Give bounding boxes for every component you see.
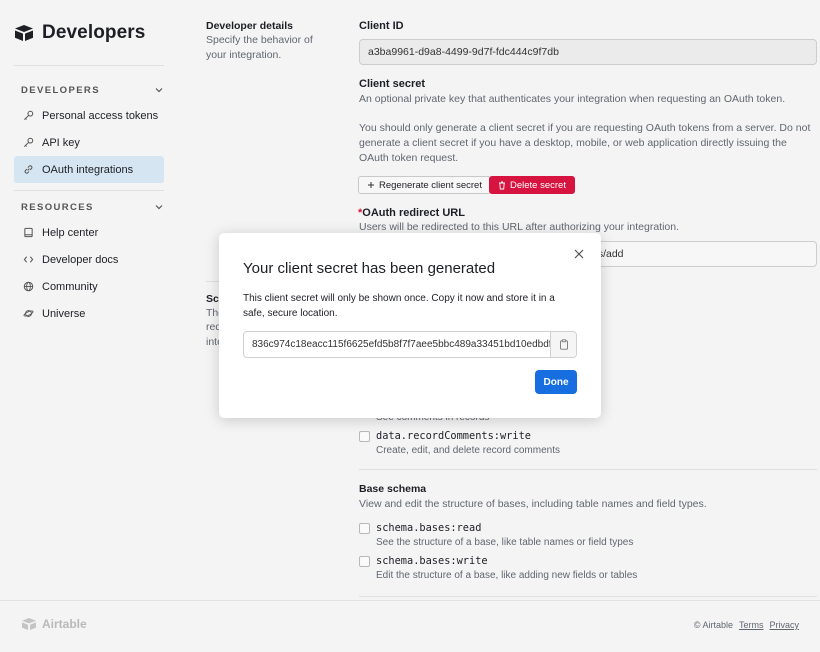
modal-body-text: This client secret will only be shown on… [243, 293, 555, 319]
secret-value: 836c974c18eacc115f6625efd5b8f7f7aee5bbc4… [252, 339, 550, 350]
copy-secret-button[interactable] [550, 332, 576, 357]
client-secret-modal: Your client secret has been generated Th… [219, 233, 601, 418]
secret-field[interactable]: 836c974c18eacc115f6625efd5b8f7f7aee5bbc4… [243, 331, 577, 358]
close-icon[interactable] [573, 248, 585, 260]
done-button[interactable]: Done [535, 370, 577, 394]
modal-overlay: Your client secret has been generated Th… [0, 0, 820, 652]
modal-title: Your client secret has been generated [243, 260, 496, 277]
clipboard-icon [559, 339, 568, 350]
